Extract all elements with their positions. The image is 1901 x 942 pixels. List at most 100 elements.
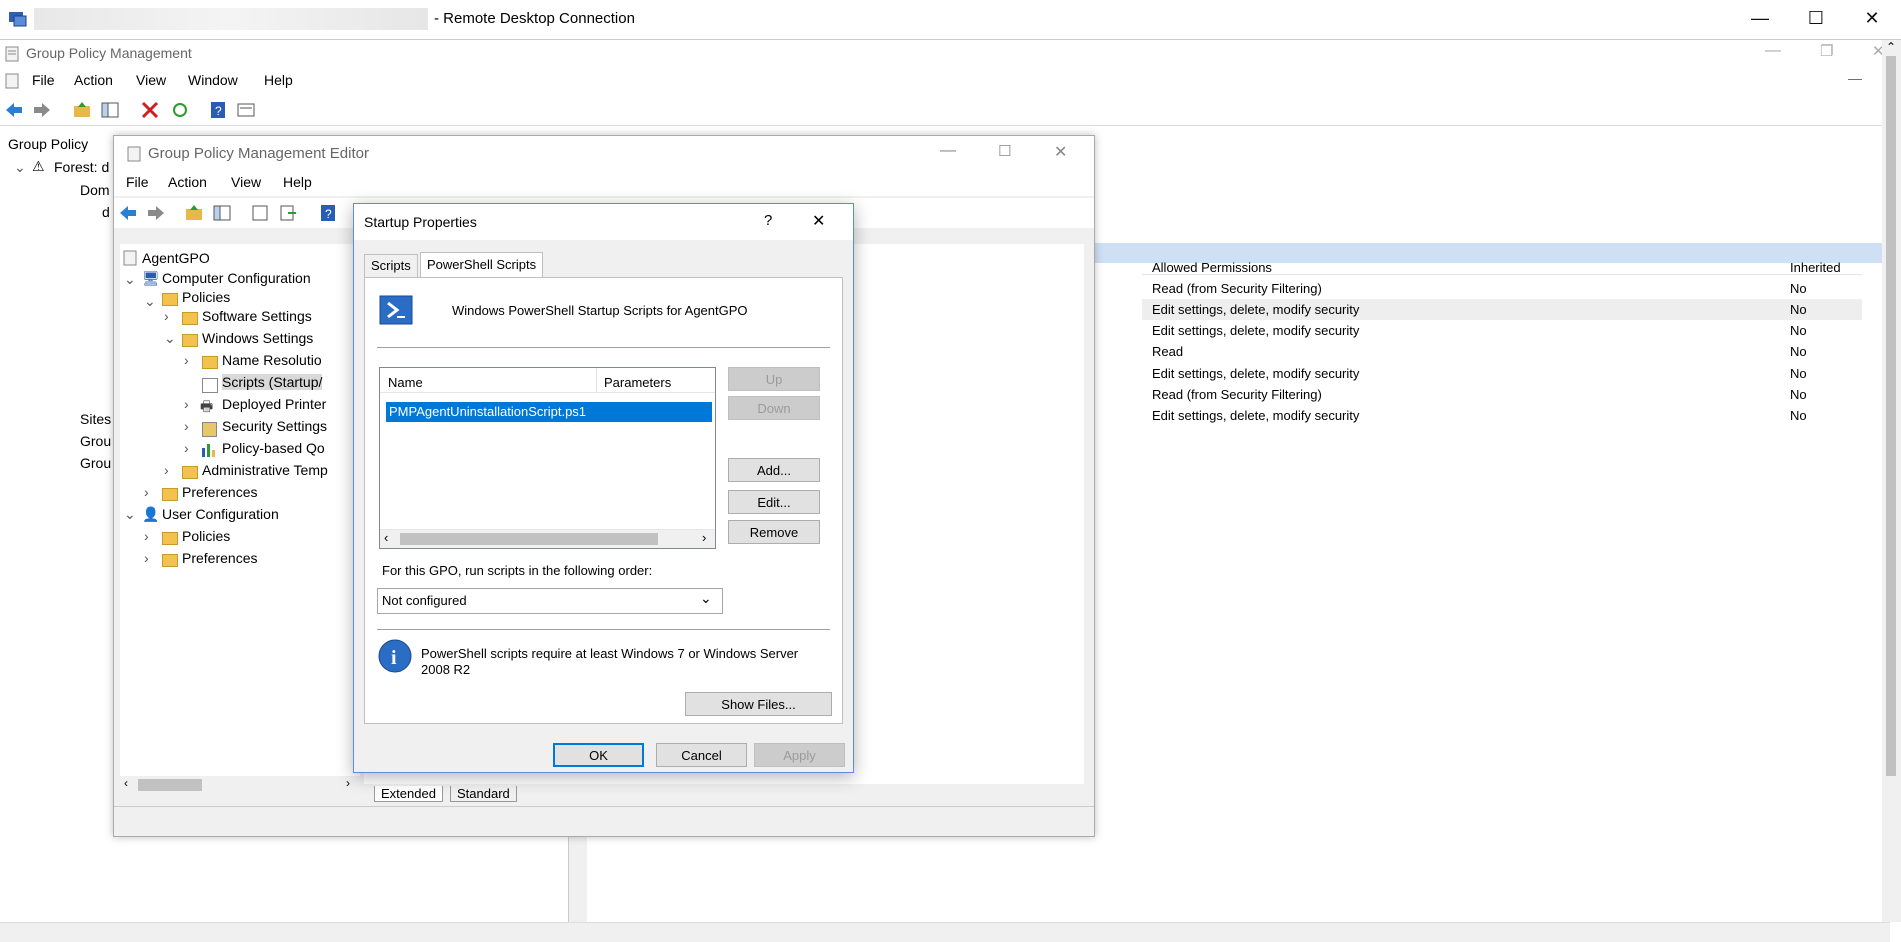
tree-software-settings[interactable]: Software Settings: [202, 308, 312, 324]
tree-windows-settings[interactable]: Windows Settings: [202, 330, 313, 346]
tab-standard[interactable]: Standard: [450, 786, 517, 802]
scroll-thumb[interactable]: [400, 533, 658, 545]
editor-properties-icon[interactable]: [250, 203, 270, 223]
scroll-thumb[interactable]: [1886, 56, 1896, 776]
tree-group-policy[interactable]: Group Policy: [8, 136, 88, 152]
column-parameters[interactable]: Parameters: [604, 375, 671, 390]
tree-administrative-templates[interactable]: Administrative Temp: [202, 462, 328, 478]
collapse-chevron-icon[interactable]: ›: [144, 550, 149, 566]
gpm-menu-action[interactable]: Action: [74, 72, 113, 88]
tree-group-results[interactable]: Grou: [80, 455, 111, 471]
column-name[interactable]: Name: [388, 375, 423, 390]
expand-icon[interactable]: ⌄: [124, 271, 136, 288]
collapse-chevron-icon[interactable]: ›: [164, 462, 169, 478]
tab-powershell-scripts[interactable]: PowerShell Scripts: [420, 252, 544, 277]
down-button[interactable]: Down: [728, 396, 820, 420]
back-arrow-icon[interactable]: [4, 100, 24, 120]
editor-maximize-icon[interactable]: ☐: [998, 142, 1011, 160]
up-folder-icon[interactable]: [72, 100, 92, 120]
gpm-minimize-icon[interactable]: —: [1765, 42, 1781, 60]
list-item[interactable]: PMPAgentUninstallationScript.ps1: [386, 402, 712, 422]
cancel-button[interactable]: Cancel: [656, 743, 747, 767]
gpm-menu-view[interactable]: View: [136, 72, 166, 88]
maximize-button[interactable]: ☐: [1796, 8, 1836, 29]
tab-scripts[interactable]: Scripts: [364, 254, 418, 277]
list-hscrollbar[interactable]: ‹ ›: [380, 529, 715, 548]
tree-policy-based-qos[interactable]: Policy-based Qo: [222, 440, 325, 456]
tree-group-modeling[interactable]: Grou: [80, 433, 111, 449]
editor-back-arrow-icon[interactable]: [118, 203, 138, 223]
collapse-chevron-icon[interactable]: ›: [144, 528, 149, 544]
tree-hscrollbar[interactable]: ‹ ›: [120, 776, 360, 794]
table-row[interactable]: Edit settings, delete, modify security No: [1142, 299, 1862, 320]
collapse-chevron-icon[interactable]: ›: [184, 352, 189, 368]
tree-domains[interactable]: Dom: [80, 182, 110, 198]
table-row[interactable]: Read No: [1142, 341, 1862, 362]
table-row[interactable]: Read (from Security Filtering) No: [1142, 278, 1862, 299]
tree-computer-configuration[interactable]: Computer Configuration: [162, 270, 311, 286]
header-allowed-permissions[interactable]: Allowed Permissions: [1152, 260, 1272, 275]
tree-user-policies[interactable]: Policies: [182, 528, 230, 544]
up-button[interactable]: Up: [728, 367, 820, 391]
tree-preferences[interactable]: Preferences: [182, 484, 257, 500]
properties-icon[interactable]: [236, 100, 256, 120]
scripts-list[interactable]: Name Parameters PMPAgentUninstallationSc…: [379, 367, 716, 549]
tree-user-configuration[interactable]: User Configuration: [162, 506, 279, 522]
gpm-mdi-minimize-icon[interactable]: —: [1848, 70, 1862, 86]
edit-button[interactable]: Edit...: [728, 490, 820, 514]
expand-icon[interactable]: ⌄: [124, 506, 136, 523]
forward-arrow-icon[interactable]: [32, 100, 52, 120]
editor-menu-file[interactable]: File: [126, 174, 149, 190]
tree-user-preferences[interactable]: Preferences: [182, 550, 257, 566]
tree-security-settings[interactable]: Security Settings: [222, 418, 327, 434]
gpm-menu-window[interactable]: Window: [188, 72, 238, 88]
collapse-chevron-icon[interactable]: ›: [144, 484, 149, 500]
collapse-chevron-icon[interactable]: ›: [164, 308, 169, 324]
tree-name-resolution[interactable]: Name Resolutio: [222, 352, 322, 368]
editor-show-tree-icon[interactable]: [212, 203, 232, 223]
collapse-chevron-icon[interactable]: ›: [184, 440, 189, 456]
editor-menu-help[interactable]: Help: [283, 174, 312, 190]
apply-button[interactable]: Apply: [754, 743, 845, 767]
refresh-icon[interactable]: [170, 100, 190, 120]
table-row[interactable]: Edit settings, delete, modify security No: [1142, 320, 1862, 341]
collapse-chevron-icon[interactable]: ›: [184, 418, 189, 434]
editor-help-icon[interactable]: ?: [318, 203, 338, 223]
gpm-menu-file[interactable]: File: [32, 72, 55, 88]
gpm-restore-icon[interactable]: ❐: [1820, 42, 1833, 60]
chevron-down-icon[interactable]: ⌄: [700, 590, 712, 607]
dialog-close-button[interactable]: ✕: [812, 211, 825, 231]
editor-menu-view[interactable]: View: [231, 174, 261, 190]
help-icon[interactable]: ?: [208, 100, 228, 120]
gpm-menu-help[interactable]: Help: [264, 72, 293, 88]
expand-icon[interactable]: ⌄: [144, 293, 156, 310]
table-row[interactable]: Edit settings, delete, modify security No: [1142, 363, 1862, 384]
dialog-help-button[interactable]: ?: [764, 212, 772, 229]
minimize-button[interactable]: —: [1740, 8, 1780, 29]
editor-up-folder-icon[interactable]: [184, 203, 204, 223]
expand-icon[interactable]: ⌄: [164, 330, 176, 347]
delete-icon[interactable]: [140, 100, 160, 120]
scroll-thumb[interactable]: [138, 779, 202, 791]
tree-agentgpo[interactable]: AgentGPO: [142, 250, 210, 266]
editor-close-icon[interactable]: ✕: [1054, 142, 1067, 162]
editor-export-icon[interactable]: [278, 203, 298, 223]
scroll-up-icon[interactable]: ⌃: [1886, 40, 1896, 54]
table-row[interactable]: Edit settings, delete, modify security No: [1142, 405, 1862, 426]
ok-button[interactable]: OK: [553, 743, 644, 767]
run-order-select[interactable]: Not configured ⌄: [377, 588, 723, 614]
collapse-chevron-icon[interactable]: ›: [184, 396, 189, 412]
tree-policies[interactable]: Policies: [182, 289, 230, 305]
scroll-left-icon[interactable]: ‹: [384, 530, 388, 545]
tree-deployed-printers[interactable]: Deployed Printer: [222, 396, 326, 412]
scroll-right-icon[interactable]: ›: [702, 530, 706, 545]
show-hide-tree-icon[interactable]: [100, 100, 120, 120]
tree-expand-icon[interactable]: ⌄: [14, 159, 26, 176]
tree-forest[interactable]: Forest: d: [54, 159, 109, 175]
editor-forward-arrow-icon[interactable]: [146, 203, 166, 223]
table-row[interactable]: Read (from Security Filtering) No: [1142, 384, 1862, 405]
editor-minimize-icon[interactable]: —: [940, 142, 956, 160]
remove-button[interactable]: Remove: [728, 520, 820, 544]
add-button[interactable]: Add...: [728, 458, 820, 482]
tree-sites[interactable]: Sites: [80, 411, 111, 427]
